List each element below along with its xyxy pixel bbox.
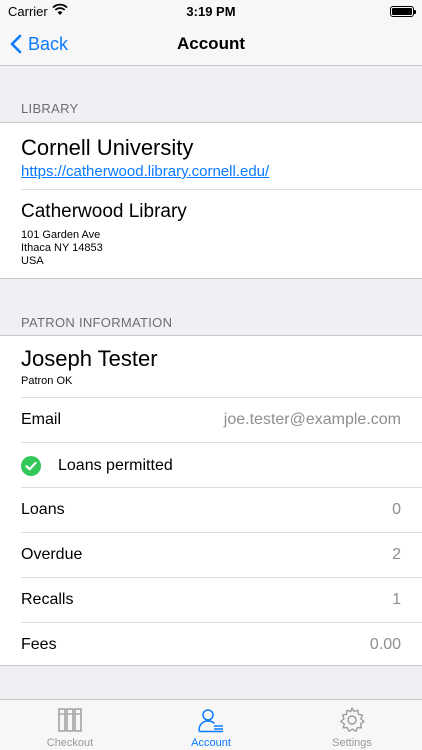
library-name: Cornell University	[21, 135, 194, 160]
divider	[21, 189, 422, 190]
patron-name: Joseph Tester	[21, 346, 158, 371]
tab-settings[interactable]: Settings	[282, 700, 422, 750]
recalls-label: Recalls	[21, 591, 74, 608]
address-line: USA	[21, 255, 44, 267]
address-line: 101 Garden Ave	[21, 229, 101, 241]
battery-icon	[390, 6, 416, 17]
loans-row: Loans 0	[0, 488, 422, 532]
library-group: Cornell University https://catherwood.li…	[0, 122, 422, 279]
fees-row: Fees 0.00	[0, 623, 422, 667]
checkmark-circle-icon	[21, 456, 41, 476]
overdue-value: 2	[392, 546, 401, 563]
recalls-value: 1	[392, 591, 401, 608]
loans-value: 0	[392, 501, 401, 518]
tab-label: Account	[191, 737, 231, 749]
tab-bar: Checkout Account Settings	[0, 699, 422, 750]
page-title: Account	[177, 34, 245, 53]
overdue-label: Overdue	[21, 546, 83, 563]
address-line: Ithaca NY 14853	[21, 242, 103, 254]
loans-permitted-label: Loans permitted	[58, 457, 173, 474]
navigation-bar: Back Account	[0, 22, 422, 66]
tab-checkout[interactable]: Checkout	[0, 700, 140, 750]
books-icon	[58, 708, 82, 732]
recalls-row: Recalls 1	[0, 578, 422, 622]
branch-name: Catherwood Library	[21, 201, 187, 222]
library-url-link[interactable]: https://catherwood.library.cornell.edu/	[21, 163, 269, 180]
email-label: Email	[21, 411, 62, 428]
email-row: Email joe.tester@example.com	[0, 398, 422, 442]
patron-section-header: PATRON INFORMATION	[21, 315, 173, 330]
status-bar: Carrier 3:19 PM	[0, 0, 422, 22]
tab-account[interactable]: Account	[141, 700, 281, 750]
email-value: joe.tester@example.com	[223, 411, 401, 428]
fees-label: Fees	[21, 636, 57, 653]
patron-group: Joseph Tester Patron OK Email joe.tester…	[0, 335, 422, 666]
tab-label: Settings	[332, 737, 372, 749]
loans-permitted-row: Loans permitted	[0, 443, 422, 487]
overdue-row: Overdue 2	[0, 533, 422, 577]
patron-status: Patron OK	[21, 375, 73, 387]
loans-label: Loans	[21, 501, 65, 518]
library-section-header: LIBRARY	[21, 101, 79, 116]
gear-icon	[340, 707, 365, 733]
clock: 3:19 PM	[186, 4, 236, 19]
fees-value: 0.00	[369, 636, 401, 653]
person-list-icon	[198, 709, 223, 733]
tab-label: Checkout	[46, 737, 94, 749]
